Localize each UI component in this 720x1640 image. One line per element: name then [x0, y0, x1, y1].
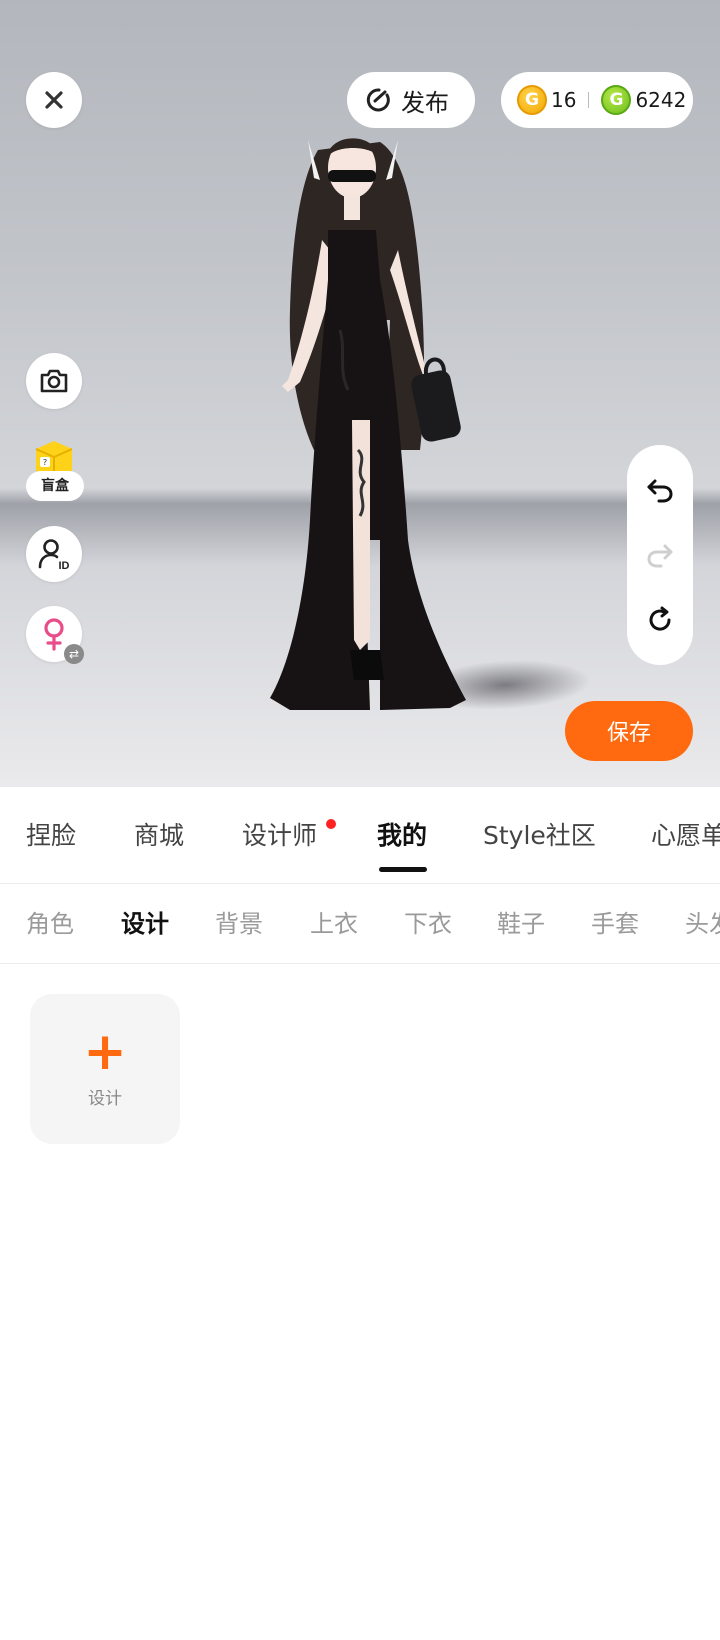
- currency-divider: [588, 92, 590, 108]
- blind-box-button[interactable]: ? 盲盒: [26, 435, 86, 505]
- add-design-label: 设计: [88, 1088, 122, 1109]
- avatar-figure[interactable]: [230, 120, 500, 760]
- green-coin-count: 6242: [635, 88, 687, 112]
- camera-icon: [40, 369, 68, 393]
- id-text: ID: [59, 560, 70, 571]
- subtab-design[interactable]: 设计: [121, 884, 169, 963]
- avatar-stage[interactable]: 发布 G 16 G 6242 ? 盲盒 ID ⇄ 保存: [0, 0, 720, 787]
- svg-text:?: ?: [43, 458, 47, 467]
- plus-icon: +: [83, 1021, 127, 1082]
- redo-icon[interactable]: [645, 540, 675, 570]
- gold-coin-icon: G: [517, 85, 547, 115]
- currency-balance[interactable]: G 16 G 6242: [501, 72, 693, 128]
- publish-icon: [366, 88, 390, 112]
- camera-button[interactable]: [26, 353, 82, 409]
- user-id-icon: ID: [38, 539, 70, 571]
- blind-box-label: 盲盒: [26, 471, 84, 501]
- design-grid: + 设计: [0, 964, 720, 1640]
- tab-designer[interactable]: 设计师: [242, 787, 317, 883]
- close-button[interactable]: [26, 72, 82, 128]
- notification-dot: [326, 819, 336, 829]
- tab-wishlist[interactable]: 心愿单: [651, 787, 720, 883]
- close-icon: [45, 91, 63, 109]
- edit-history-panel: [627, 445, 693, 665]
- save-button[interactable]: 保存: [565, 701, 693, 761]
- main-tab-bar: 捏脸 商城 设计师 我的 Style社区 心愿单: [0, 787, 720, 884]
- tab-style-community[interactable]: Style社区: [483, 787, 596, 883]
- tab-face[interactable]: 捏脸: [26, 787, 76, 883]
- category-tab-bar: 角色 设计 背景 上衣 下衣 鞋子 手套 头发: [0, 884, 720, 964]
- subtab-tops[interactable]: 上衣: [310, 884, 358, 963]
- green-coin-icon: G: [601, 85, 632, 115]
- undo-icon[interactable]: [645, 475, 675, 505]
- tab-shop[interactable]: 商城: [134, 787, 184, 883]
- subtab-hair[interactable]: 头发: [685, 884, 720, 963]
- reset-icon[interactable]: [645, 605, 675, 635]
- female-icon: [44, 618, 64, 651]
- publish-label: 发布: [401, 88, 449, 117]
- subtab-character[interactable]: 角色: [26, 884, 74, 963]
- avatar-id-button[interactable]: ID: [26, 526, 82, 582]
- gender-switch-button[interactable]: ⇄: [26, 606, 84, 664]
- subtab-background[interactable]: 背景: [215, 884, 263, 963]
- subtab-shoes[interactable]: 鞋子: [497, 884, 545, 963]
- add-design-button[interactable]: + 设计: [30, 994, 180, 1144]
- subtab-bottoms[interactable]: 下衣: [404, 884, 452, 963]
- subtab-gloves[interactable]: 手套: [591, 884, 639, 963]
- swap-icon: ⇄: [64, 644, 84, 664]
- gold-coin-count: 16: [551, 88, 577, 112]
- publish-button[interactable]: 发布: [347, 72, 475, 128]
- active-tab-indicator: [379, 867, 427, 872]
